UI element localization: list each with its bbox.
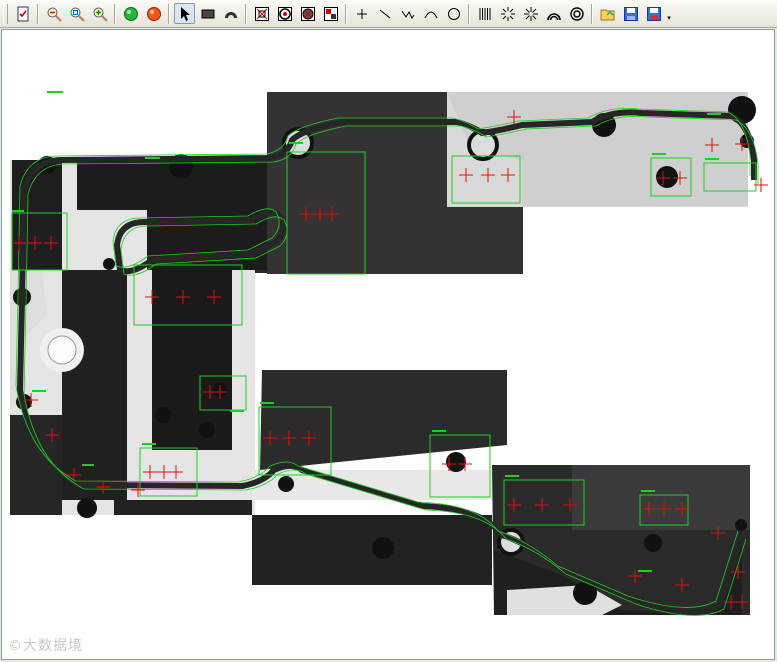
measure-ring-icon bbox=[277, 6, 292, 21]
concentric-arc-button[interactable] bbox=[543, 3, 564, 24]
rake-tool-icon bbox=[479, 7, 490, 20]
toolbar-separator bbox=[468, 3, 470, 24]
crosshair-button[interactable] bbox=[351, 3, 372, 24]
star-tool-icon bbox=[523, 6, 538, 21]
pointer-icon bbox=[180, 6, 190, 21]
arc-tool-button[interactable] bbox=[220, 3, 241, 24]
concentric-ring-button[interactable] bbox=[566, 3, 587, 24]
open-file-button[interactable] bbox=[597, 3, 618, 24]
watermark: ©大数据境 bbox=[8, 638, 83, 654]
run-button[interactable] bbox=[120, 3, 141, 24]
zoom-fit-button[interactable] bbox=[66, 3, 87, 24]
curve-tool-icon bbox=[424, 11, 437, 18]
toolbar-separator bbox=[345, 3, 347, 24]
save-as-button[interactable] bbox=[643, 3, 664, 24]
zoom-out-icon bbox=[47, 7, 62, 22]
circle-tool-button[interactable] bbox=[443, 3, 464, 24]
star-tool-button[interactable] bbox=[520, 3, 541, 24]
toolbar-separator bbox=[591, 3, 593, 24]
image-canvas[interactable]: ©大数据境 bbox=[1, 29, 775, 660]
arc-tool-icon bbox=[224, 11, 237, 18]
save-icon bbox=[623, 6, 638, 21]
zoom-in-button[interactable] bbox=[89, 3, 110, 24]
measure-ring-button[interactable] bbox=[274, 3, 295, 24]
toolbar-separator bbox=[37, 3, 39, 24]
toolbar-overflow-dropdown[interactable]: ▾ bbox=[665, 3, 673, 24]
stop-button[interactable] bbox=[143, 3, 164, 24]
checklist-icon bbox=[17, 6, 28, 21]
open-file-icon bbox=[600, 9, 614, 20]
pointer-button[interactable] bbox=[174, 3, 195, 24]
run-green-icon bbox=[123, 6, 138, 21]
zoom-fit-icon bbox=[70, 7, 85, 22]
inspection-image bbox=[10, 91, 768, 616]
rake-tool-button[interactable] bbox=[474, 3, 495, 24]
line-tool-button[interactable] bbox=[374, 3, 395, 24]
part-image bbox=[10, 92, 756, 615]
measure-quad-icon bbox=[323, 6, 338, 21]
measure-quad-button[interactable] bbox=[320, 3, 341, 24]
save-button[interactable] bbox=[620, 3, 641, 24]
toolbar-separator bbox=[114, 3, 116, 24]
checklist-button[interactable] bbox=[12, 3, 33, 24]
toolbar-separator bbox=[245, 3, 247, 24]
toolbar-separator bbox=[168, 3, 170, 24]
zoom-out-button[interactable] bbox=[43, 3, 64, 24]
spoke-tool-button[interactable] bbox=[497, 3, 518, 24]
main-toolbar: ▾ bbox=[0, 0, 777, 28]
concentric-ring-icon bbox=[569, 6, 584, 21]
line-tool-icon bbox=[379, 9, 390, 18]
crosshair-icon bbox=[356, 8, 367, 19]
measure-rect-button[interactable] bbox=[251, 3, 272, 24]
curve-tool-button[interactable] bbox=[420, 3, 441, 24]
save-as-icon bbox=[646, 6, 661, 21]
circle-tool-icon bbox=[447, 7, 460, 20]
zoom-in-icon bbox=[93, 7, 108, 22]
polyline-tool-button[interactable] bbox=[397, 3, 418, 24]
rectangle-tool-icon bbox=[201, 9, 214, 18]
polyline-tool-icon bbox=[401, 10, 414, 19]
stop-red-icon bbox=[146, 6, 161, 21]
concentric-arc-icon bbox=[546, 12, 561, 20]
spoke-tool-icon bbox=[500, 6, 515, 21]
measure-circle-icon bbox=[300, 6, 315, 21]
rectangle-tool-button[interactable] bbox=[197, 3, 218, 24]
measure-circle-button[interactable] bbox=[297, 3, 318, 24]
measure-rect-icon bbox=[254, 6, 269, 21]
toolbar-grip[interactable] bbox=[3, 3, 8, 24]
